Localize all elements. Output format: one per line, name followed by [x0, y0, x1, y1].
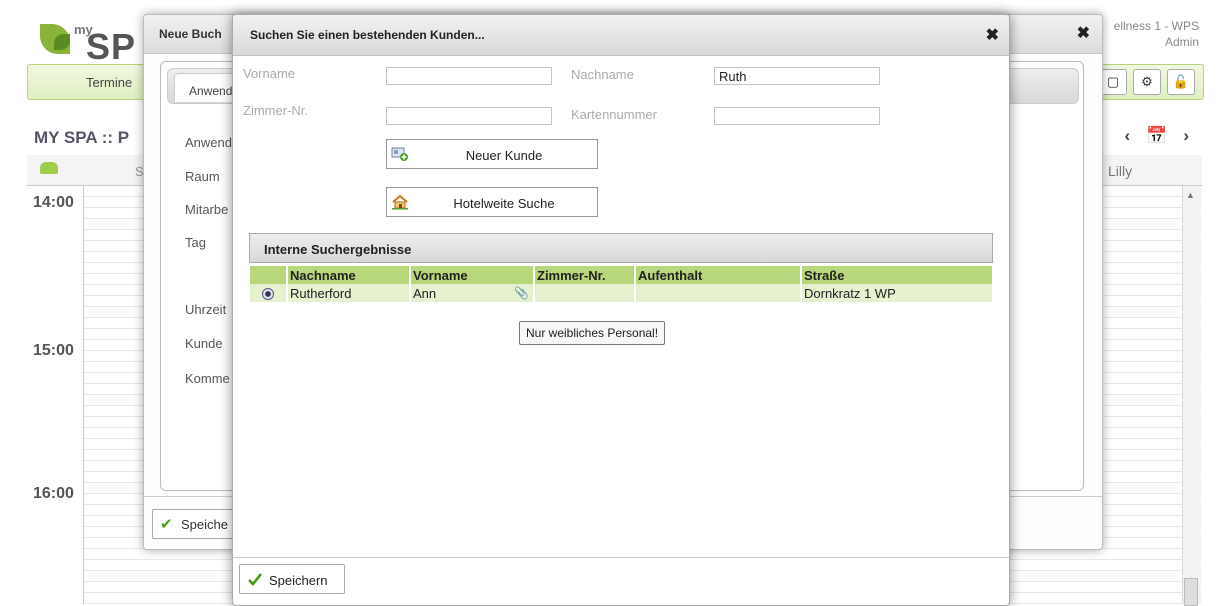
- calendar-icon[interactable]: 📅: [1146, 126, 1167, 146]
- new-customer-button[interactable]: Neuer Kunde: [386, 139, 598, 169]
- time-label: 16:00: [33, 485, 74, 502]
- search-dialog-title: Suchen Sie einen bestehenden Kunden...: [250, 28, 485, 42]
- label-uhrzeit: Uhrzeit: [185, 302, 227, 317]
- cell-strasse: Dornkratz 1 WP: [800, 284, 992, 302]
- results-table: Nachname Vorname Zimmer-Nr. Aufenthalt S…: [250, 266, 992, 302]
- hotel-search-label: Hotelweite Suche: [453, 196, 555, 211]
- results-header-row: Nachname Vorname Zimmer-Nr. Aufenthalt S…: [250, 266, 992, 284]
- logo-sp: SP: [86, 26, 137, 67]
- cell-vorname: Ann: [413, 285, 437, 301]
- window-icon[interactable]: ▢: [1099, 69, 1127, 95]
- staff-column-lilly: Lilly: [1108, 163, 1133, 179]
- hotel-info: ellness 1 - WPS Admin: [1114, 18, 1199, 50]
- save-button[interactable]: Speichern: [239, 564, 345, 594]
- search-dialog-header: Suchen Sie einen bestehenden Kunden... ✖: [233, 15, 1009, 56]
- zimmer-label: Zimmer-Nr.: [243, 103, 308, 118]
- footer-divider: [233, 557, 1009, 558]
- time-label: 14:00: [33, 194, 74, 211]
- app-logo: my SP: [24, 14, 144, 67]
- chevron-right-icon[interactable]: ›: [1183, 126, 1189, 146]
- gears-icon[interactable]: ⚙: [1133, 69, 1161, 95]
- close-icon[interactable]: ✖: [986, 25, 999, 45]
- user-name: Admin: [1164, 35, 1199, 49]
- zimmer-input[interactable]: [386, 107, 552, 125]
- time-label: 15:00: [33, 342, 74, 359]
- time-column: [27, 186, 84, 604]
- close-icon[interactable]: ✖: [1077, 23, 1090, 43]
- radio-button[interactable]: [262, 288, 274, 301]
- booking-save-label: Speiche: [181, 517, 228, 532]
- check-icon: ✔: [160, 516, 173, 533]
- nav-termine[interactable]: Termine: [86, 75, 132, 90]
- cell-vorname-wrapper: Ann 📎: [409, 284, 534, 302]
- female-staff-tooltip: Nur weibliches Personal!: [519, 321, 666, 345]
- select-column-header: [250, 266, 287, 284]
- column-header-zimmer[interactable]: Zimmer-Nr.: [533, 266, 635, 284]
- kartennummer-input[interactable]: [714, 107, 880, 125]
- check-icon: [247, 571, 263, 590]
- vorname-input[interactable]: [386, 67, 552, 85]
- label-mitarbeiter: Mitarbe: [185, 202, 229, 217]
- row-select-cell[interactable]: [250, 284, 287, 302]
- scrollbar-thumb[interactable]: [1184, 578, 1198, 606]
- scroll-up-icon[interactable]: ▲: [1186, 190, 1195, 200]
- chevron-left-icon[interactable]: ‹: [1124, 126, 1130, 146]
- paperclip-icon[interactable]: 📎: [514, 286, 529, 300]
- nachname-label: Nachname: [571, 67, 634, 82]
- kartennummer-label: Kartennummer: [571, 107, 657, 122]
- nav-icons: ▢ ⚙ 🔓: [1099, 69, 1195, 95]
- save-label: Speichern: [269, 573, 328, 588]
- customer-search-dialog: Suchen Sie einen bestehenden Kunden... ✖…: [232, 14, 1010, 606]
- label-kommentar: Komme: [185, 371, 230, 386]
- vorname-label: Vorname: [243, 66, 296, 81]
- label-raum: Raum: [185, 169, 220, 184]
- tab-label: Anwend: [189, 84, 233, 98]
- calendar-scrollbar[interactable]: [1182, 186, 1201, 604]
- spa-title: MY SPA :: P: [34, 128, 130, 147]
- cell-aufenthalt: [634, 284, 801, 302]
- label-tag: Tag: [185, 235, 206, 250]
- table-row[interactable]: Rutherford Ann 📎 Dornkratz 1 WP: [250, 284, 992, 302]
- hotel-search-button[interactable]: Hotelweite Suche: [386, 187, 598, 217]
- label-kunde: Kunde: [185, 336, 223, 351]
- hotel-name: ellness 1 - WPS: [1113, 19, 1199, 33]
- booking-dialog-title: Neue Buch: [159, 27, 222, 41]
- new-customer-label: Neuer Kunde: [465, 148, 543, 163]
- nachname-input[interactable]: [714, 67, 880, 85]
- date-nav: ‹ 📅 ›: [1124, 126, 1189, 146]
- column-header-strasse[interactable]: Straße: [800, 266, 992, 284]
- staff-group-icon[interactable]: [40, 162, 58, 174]
- results-panel-header: Interne Suchergebnisse: [249, 233, 993, 263]
- cell-nachname: Rutherford: [286, 284, 410, 302]
- column-header-vorname[interactable]: Vorname: [409, 266, 534, 284]
- results-title: Interne Suchergebnisse: [264, 242, 412, 257]
- label-anwendung: Anwend: [185, 135, 232, 150]
- column-header-nachname[interactable]: Nachname: [286, 266, 410, 284]
- lock-icon[interactable]: 🔓: [1167, 69, 1195, 95]
- cell-zimmer: [533, 284, 635, 302]
- column-header-aufenthalt[interactable]: Aufenthalt: [634, 266, 801, 284]
